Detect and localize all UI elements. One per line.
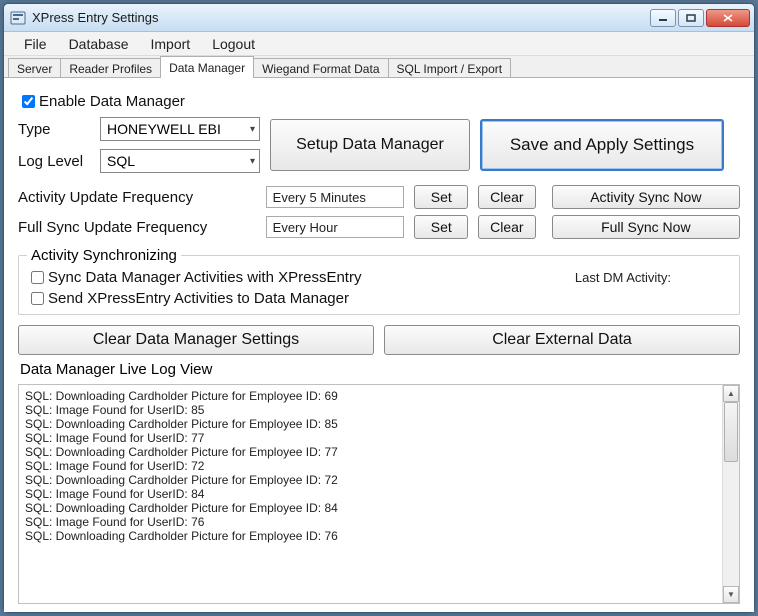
log-line: SQL: Downloading Cardholder Picture for … xyxy=(25,445,733,459)
menu-file[interactable]: File xyxy=(14,34,57,54)
titlebar: XPress Entry Settings xyxy=(4,4,754,32)
type-select[interactable]: HONEYWELL EBI xyxy=(100,117,260,141)
sync-dm-to-xpress-checkbox[interactable] xyxy=(31,271,44,284)
activity-freq-input[interactable]: Every 5 Minutes xyxy=(266,186,405,208)
logview-label: Data Manager Live Log View xyxy=(18,361,740,378)
full-sync-now-button[interactable]: Full Sync Now xyxy=(552,215,740,239)
scroll-track[interactable] xyxy=(723,402,739,586)
tabstrip: Server Reader Profiles Data Manager Wieg… xyxy=(4,56,754,78)
tab-body-data-manager: Enable Data Manager Type HONEYWELL EBI L… xyxy=(4,77,754,612)
menu-database[interactable]: Database xyxy=(59,34,139,54)
activity-sync-group: Activity Synchronizing Sync Data Manager… xyxy=(18,247,740,315)
tab-wiegand-format[interactable]: Wiegand Format Data xyxy=(253,58,388,78)
maximize-button[interactable] xyxy=(678,9,704,27)
send-xpress-to-dm-checkbox[interactable] xyxy=(31,292,44,305)
tab-server[interactable]: Server xyxy=(8,58,61,78)
enable-label: Enable Data Manager xyxy=(39,93,185,110)
log-line: SQL: Downloading Cardholder Picture for … xyxy=(25,529,733,543)
enable-row: Enable Data Manager xyxy=(18,92,740,111)
fullsync-freq-input[interactable]: Every Hour xyxy=(266,216,405,238)
activity-clear-button[interactable]: Clear xyxy=(478,185,536,209)
log-line: SQL: Image Found for UserID: 85 xyxy=(25,403,733,417)
scroll-thumb[interactable] xyxy=(724,402,738,462)
log-line: SQL: Image Found for UserID: 77 xyxy=(25,431,733,445)
scroll-down-button[interactable]: ▼ xyxy=(723,586,739,603)
menu-logout[interactable]: Logout xyxy=(202,34,265,54)
log-line: SQL: Downloading Cardholder Picture for … xyxy=(25,501,733,515)
activity-set-button[interactable]: Set xyxy=(414,185,468,209)
minimize-button[interactable] xyxy=(650,9,676,27)
app-window: XPress Entry Settings File Database Impo… xyxy=(3,3,755,613)
tab-reader-profiles[interactable]: Reader Profiles xyxy=(60,58,161,78)
log-line: SQL: Downloading Cardholder Picture for … xyxy=(25,389,733,403)
menu-import[interactable]: Import xyxy=(141,34,201,54)
loglevel-label: Log Level xyxy=(18,153,90,170)
last-dm-activity-label: Last DM Activity: xyxy=(575,270,671,285)
tab-sql-import-export[interactable]: SQL Import / Export xyxy=(388,58,512,78)
logview: SQL: Downloading Cardholder Picture for … xyxy=(18,384,740,604)
window-title: XPress Entry Settings xyxy=(32,10,648,25)
type-label: Type xyxy=(18,121,90,138)
fullsync-clear-button[interactable]: Clear xyxy=(478,215,536,239)
clear-dm-settings-button[interactable]: Clear Data Manager Settings xyxy=(18,325,374,355)
activity-freq-label: Activity Update Frequency xyxy=(18,189,256,206)
fullsync-set-button[interactable]: Set xyxy=(414,215,468,239)
log-line: SQL: Image Found for UserID: 76 xyxy=(25,515,733,529)
scroll-up-button[interactable]: ▲ xyxy=(723,385,739,402)
save-apply-settings-button[interactable]: Save and Apply Settings xyxy=(480,119,724,171)
sync-dm-to-xpress-label: Sync Data Manager Activities with XPress… xyxy=(48,269,361,286)
log-line: SQL: Downloading Cardholder Picture for … xyxy=(25,417,733,431)
activity-sync-legend: Activity Synchronizing xyxy=(27,247,181,264)
send-xpress-to-dm-label: Send XPressEntry Activities to Data Mana… xyxy=(48,290,349,307)
log-line: SQL: Downloading Cardholder Picture for … xyxy=(25,473,733,487)
close-button[interactable] xyxy=(706,9,750,27)
enable-checkbox[interactable] xyxy=(22,95,35,108)
fullsync-freq-label: Full Sync Update Frequency xyxy=(18,219,256,236)
clear-external-data-button[interactable]: Clear External Data xyxy=(384,325,740,355)
app-icon xyxy=(10,10,26,26)
logview-scrollbar[interactable]: ▲ ▼ xyxy=(722,385,739,603)
tab-data-manager[interactable]: Data Manager xyxy=(160,56,254,78)
activity-sync-now-button[interactable]: Activity Sync Now xyxy=(552,185,740,209)
setup-data-manager-button[interactable]: Setup Data Manager xyxy=(270,119,470,171)
loglevel-select[interactable]: SQL xyxy=(100,149,260,173)
menubar: File Database Import Logout xyxy=(4,32,754,56)
log-line: SQL: Image Found for UserID: 72 xyxy=(25,459,733,473)
log-line: SQL: Image Found for UserID: 84 xyxy=(25,487,733,501)
